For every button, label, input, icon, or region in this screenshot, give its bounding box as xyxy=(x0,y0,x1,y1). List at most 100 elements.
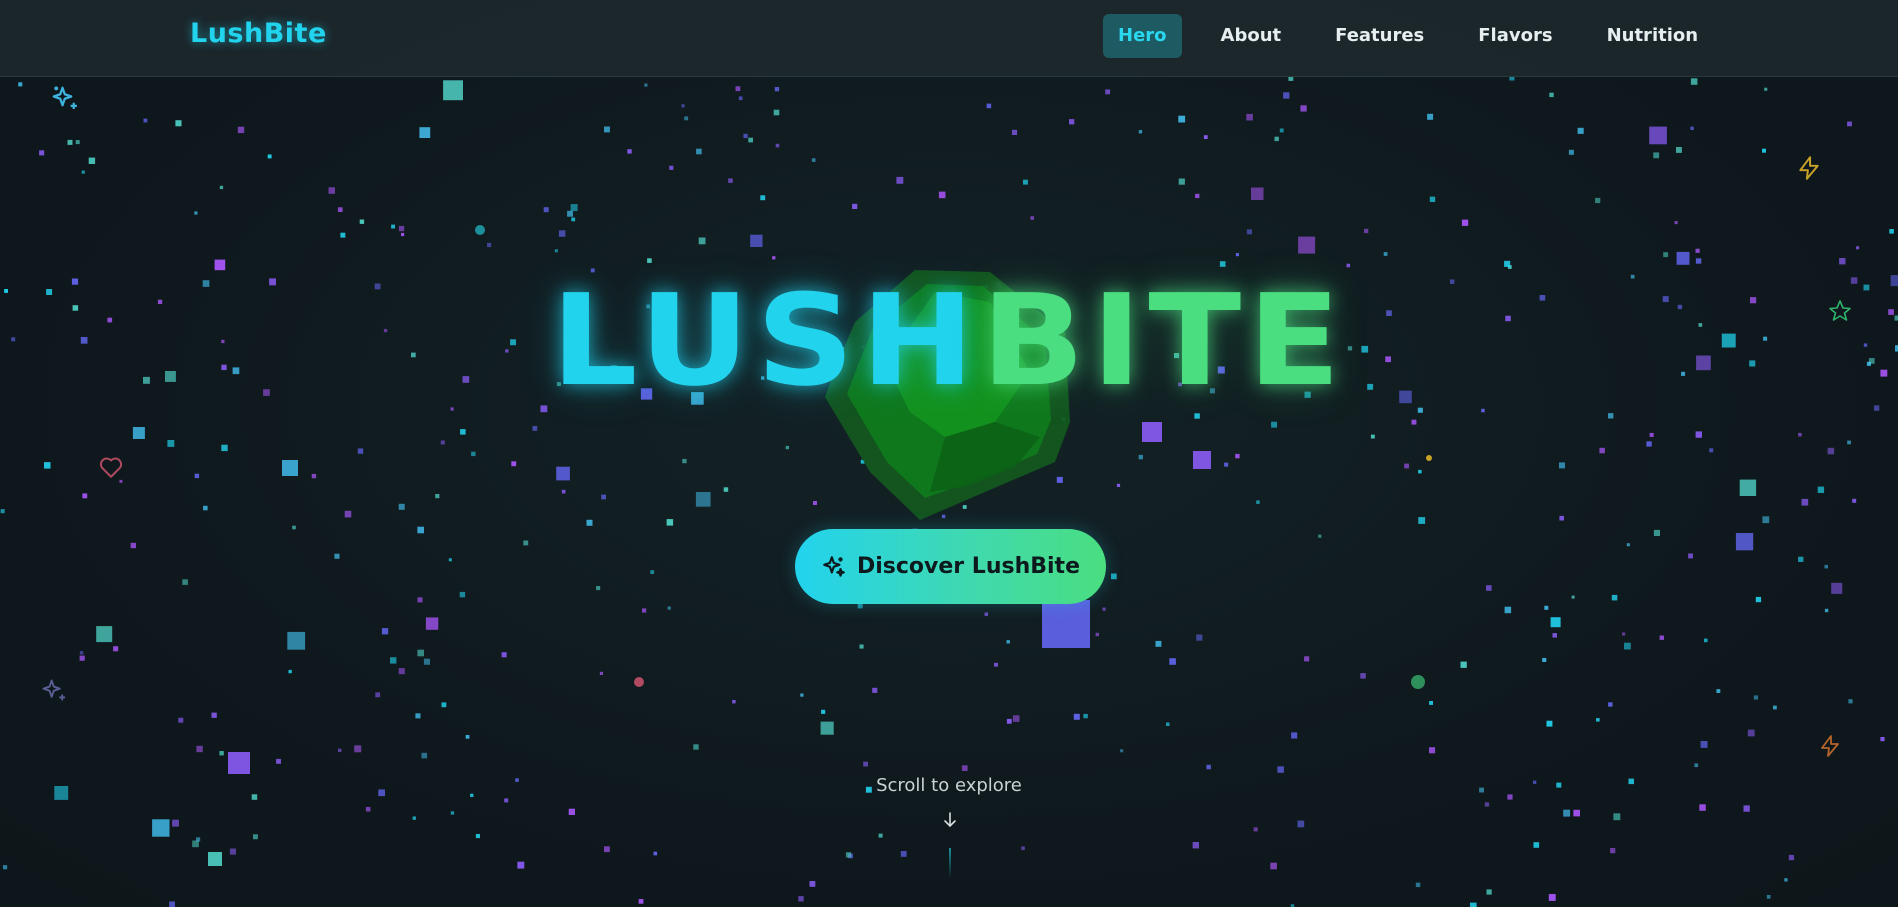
particle xyxy=(1550,617,1561,628)
particle xyxy=(1235,253,1239,257)
particle xyxy=(604,126,610,133)
particle xyxy=(267,154,272,159)
particle xyxy=(1608,413,1614,419)
nav-link-flavors[interactable]: Flavors xyxy=(1463,14,1567,58)
particle xyxy=(1552,633,1557,638)
particle xyxy=(1105,89,1111,95)
particle xyxy=(194,473,200,479)
particle xyxy=(1571,595,1575,599)
particle xyxy=(1297,820,1305,828)
particle xyxy=(1504,260,1511,267)
arrow-down-icon[interactable] xyxy=(940,810,960,830)
particle xyxy=(357,448,364,454)
particle xyxy=(3,865,8,870)
nav-link-about[interactable]: About xyxy=(1206,14,1297,58)
particle xyxy=(750,234,763,247)
particle xyxy=(669,165,674,170)
particle xyxy=(1195,193,1200,199)
particle xyxy=(1006,718,1012,724)
nav-links: Hero About Features Flavors Nutrition xyxy=(1103,14,1737,58)
particle xyxy=(1083,713,1088,719)
particle xyxy=(398,668,405,675)
particle xyxy=(647,258,652,263)
particle xyxy=(208,852,222,866)
particle xyxy=(0,509,5,514)
sparkles-icon xyxy=(42,679,66,701)
particle xyxy=(359,219,365,224)
particle xyxy=(1417,407,1423,413)
particle xyxy=(1546,720,1553,727)
particle xyxy=(1747,729,1755,737)
particle xyxy=(698,237,706,245)
brand-logo[interactable]: LushBite xyxy=(190,18,327,49)
hero-title-lush: LUSH xyxy=(550,267,982,414)
particle xyxy=(1178,178,1185,185)
nav-link-features[interactable]: Features xyxy=(1320,14,1439,58)
particle xyxy=(1688,553,1693,559)
particle xyxy=(696,148,702,155)
particle xyxy=(487,242,492,248)
particle xyxy=(1219,261,1226,267)
hero-title: LUSHBITE xyxy=(0,276,1898,406)
particle xyxy=(775,143,780,148)
particle xyxy=(878,833,883,838)
particle xyxy=(88,157,96,164)
particle xyxy=(1251,187,1264,200)
particle xyxy=(820,721,834,735)
particle xyxy=(599,671,603,675)
particle xyxy=(523,540,529,546)
particle xyxy=(1404,463,1409,469)
particle xyxy=(1676,251,1690,265)
particle xyxy=(1798,556,1804,562)
particle xyxy=(465,735,470,739)
particle xyxy=(440,440,445,445)
particle xyxy=(1624,642,1631,650)
particle xyxy=(417,597,423,603)
nav-link-hero[interactable]: Hero xyxy=(1103,14,1182,58)
particle xyxy=(653,851,658,856)
particle xyxy=(554,249,558,253)
particle xyxy=(1415,882,1421,888)
particle xyxy=(682,458,687,464)
particle xyxy=(1155,640,1162,647)
particle xyxy=(435,494,440,499)
particle xyxy=(852,203,858,209)
particle xyxy=(79,655,85,661)
particle xyxy=(1596,718,1600,722)
particle xyxy=(1427,113,1434,120)
particle xyxy=(415,713,421,719)
particle xyxy=(334,553,340,559)
particle xyxy=(896,176,904,184)
particle xyxy=(1274,136,1279,142)
particle xyxy=(1824,608,1829,613)
particle xyxy=(1283,92,1290,99)
particle xyxy=(1102,607,1106,611)
particle xyxy=(1470,902,1477,907)
zap-icon xyxy=(1799,156,1819,180)
particle xyxy=(748,137,753,143)
particle xyxy=(863,761,868,767)
particle xyxy=(1418,469,1422,474)
particle xyxy=(1360,673,1366,679)
nav-link-nutrition[interactable]: Nutrition xyxy=(1592,14,1714,58)
particle xyxy=(1773,705,1777,710)
particle xyxy=(214,259,226,271)
particle xyxy=(412,816,416,820)
particle xyxy=(460,429,466,435)
hero-section: LushBite Hero About Features Flavors Nut… xyxy=(0,0,1898,907)
particle xyxy=(398,225,405,232)
particle xyxy=(1646,441,1652,447)
particle xyxy=(1613,813,1621,821)
particle xyxy=(1577,127,1584,134)
particle-dot xyxy=(634,677,644,687)
particle xyxy=(1663,252,1669,258)
particle xyxy=(1138,454,1143,460)
particle xyxy=(1429,747,1436,754)
particle xyxy=(1304,656,1310,662)
particle xyxy=(501,652,507,658)
discover-button[interactable]: Discover LushBite xyxy=(795,529,1106,604)
particle xyxy=(1138,130,1143,134)
particle xyxy=(938,191,946,199)
top-navbar: LushBite Hero About Features Flavors Nut… xyxy=(0,0,1898,77)
discover-button-label: Discover LushBite xyxy=(856,554,1080,579)
